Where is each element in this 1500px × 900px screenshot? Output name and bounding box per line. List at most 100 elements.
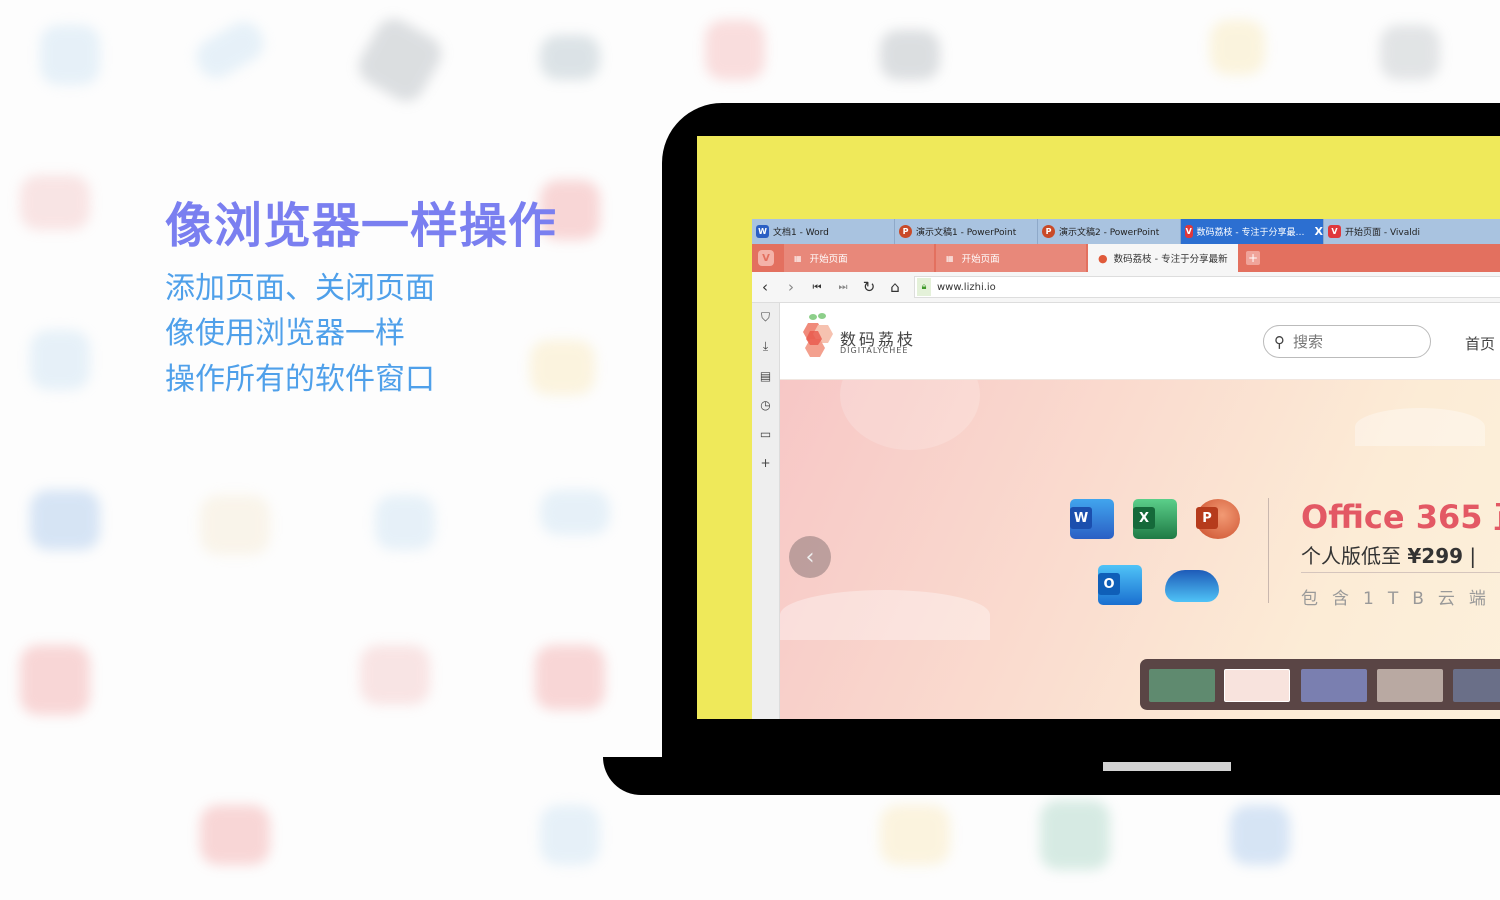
carousel-prev-button[interactable]: ‹: [789, 536, 831, 578]
banner-divider: [1268, 498, 1269, 603]
price-separator: |: [1463, 544, 1477, 568]
reload-button[interactable]: ↻: [856, 278, 882, 296]
promo-stage: 像浏览器一样操作 添加页面、关闭页面 像使用浏览器一样 操作所有的软件窗口 W …: [0, 0, 1500, 900]
lock-icon: 🔒︎: [917, 278, 931, 296]
banner-title: Office 365 正: [1301, 498, 1500, 536]
window-tab[interactable]: V 开始页面 - Vivaldi: [1324, 219, 1464, 244]
add-panel-icon[interactable]: +: [752, 448, 779, 477]
bg-decoration-icon: [189, 15, 271, 85]
window-tab-label: 开始页面 - Vivaldi: [1345, 228, 1420, 238]
bg-decoration-icon: [352, 12, 448, 108]
speed-dial-icon: ▦: [946, 253, 954, 263]
window-tab[interactable]: W 文档1 - Word: [752, 219, 895, 244]
bg-decoration-icon: [540, 490, 610, 535]
bg-decoration-icon: [1040, 800, 1110, 870]
bg-decoration-icon: [360, 645, 430, 705]
carousel-thumbnail-strip: [1140, 659, 1500, 710]
bg-decoration-icon: [30, 490, 100, 550]
bg-decoration-icon: [1230, 805, 1290, 865]
promo-line: 像使用浏览器一样: [165, 316, 405, 351]
url-text: www.lizhi.io: [937, 281, 996, 293]
browser-tab-active[interactable]: ● 数码荔枝 - 专注于分享最新: [1088, 244, 1238, 272]
price-label: 个人版低至: [1301, 544, 1408, 568]
excel-app-icon: X: [1133, 499, 1177, 539]
bg-decoration-icon: [880, 30, 940, 80]
speed-dial-icon: ▦: [794, 253, 802, 263]
promo-line: 添加页面、关闭页面: [165, 271, 435, 306]
home-button[interactable]: ⌂: [882, 278, 908, 296]
bg-decoration-icon: [535, 645, 605, 710]
lychee-logo-icon[interactable]: [796, 311, 836, 361]
vivaldi-icon: V: [1185, 225, 1193, 238]
url-field[interactable]: 🔒︎ www.lizhi.io: [914, 276, 1500, 298]
close-tab-button[interactable]: X: [1315, 225, 1323, 238]
window-tab[interactable]: P 演示文稿2 - PowerPoint: [1038, 219, 1181, 244]
browser-tab[interactable]: ▦ 开始页面: [784, 244, 934, 272]
search-icon: ⚲: [1274, 332, 1285, 351]
laptop-screen: W 文档1 - Word P 演示文稿1 - PowerPoint P 演示文稿…: [697, 136, 1500, 719]
powerpoint-icon: P: [899, 225, 912, 238]
banner-cloud: [780, 590, 990, 640]
downloads-icon[interactable]: ⤓: [752, 332, 779, 361]
browser-window: W 文档1 - Word P 演示文稿1 - PowerPoint P 演示文稿…: [752, 219, 1500, 719]
history-icon[interactable]: ◷: [752, 390, 779, 419]
bookmarks-icon[interactable]: ⛉: [752, 303, 779, 332]
browser-tab-label: 数码荔枝 - 专注于分享最新: [1113, 254, 1228, 265]
window-tab[interactable]: P 演示文稿1 - PowerPoint: [895, 219, 1038, 244]
browser-tab-label: 开始页面: [809, 254, 848, 265]
site-logo-subtext: DIGITALYCHEE: [840, 346, 909, 355]
word-app-icon: W: [1070, 499, 1114, 539]
carousel-thumbnail[interactable]: [1453, 669, 1500, 702]
promo-headline: 像浏览器一样操作: [165, 198, 558, 254]
banner-decoration: [840, 380, 980, 450]
bg-decoration-icon: [705, 20, 765, 80]
carousel-thumbnail[interactable]: [1149, 669, 1215, 702]
outlook-app-icon: O: [1098, 565, 1142, 605]
lychee-favicon-icon: ●: [1098, 251, 1108, 265]
bg-decoration-icon: [540, 805, 600, 865]
window-tab-label: 演示文稿1 - PowerPoint: [916, 228, 1017, 238]
bg-decoration-icon: [540, 35, 600, 80]
carousel-thumbnail[interactable]: [1377, 669, 1443, 702]
laptop-notch: [1103, 762, 1231, 771]
browser-tab[interactable]: ▦ 开始页面: [936, 244, 1086, 272]
bg-decoration-icon: [30, 330, 90, 390]
rewind-button[interactable]: ⏮: [804, 282, 830, 293]
site-header: 数码荔枝 DIGITALYCHEE ⚲ 搜索 首页: [780, 303, 1500, 380]
web-page: 数码荔枝 DIGITALYCHEE ⚲ 搜索 首页 ‹ W X P O Offi…: [780, 303, 1500, 719]
window-tab-bar: W 文档1 - Word P 演示文稿1 - PowerPoint P 演示文稿…: [752, 219, 1500, 244]
price-value: ¥299: [1407, 544, 1464, 568]
window-tab-label: 数码荔枝 - 专注于分享最…: [1196, 228, 1305, 238]
window-tab-label: 演示文稿2 - PowerPoint: [1059, 228, 1160, 238]
bg-decoration-icon: [375, 495, 435, 550]
fast-forward-button[interactable]: ⏭: [830, 282, 856, 293]
powerpoint-icon: P: [1042, 225, 1055, 238]
carousel-thumbnail[interactable]: [1301, 669, 1367, 702]
bg-decoration-icon: [20, 175, 90, 230]
address-toolbar: ‹ › ⏮ ⏭ ↻ ⌂ 🔒︎ www.lizhi.io: [752, 272, 1500, 303]
bg-decoration-icon: [20, 645, 90, 715]
carousel-thumbnail-active[interactable]: [1224, 669, 1290, 702]
vivaldi-menu-button[interactable]: V: [758, 250, 774, 266]
word-icon: W: [756, 225, 769, 238]
promo-banner[interactable]: ‹ W X P O Office 365 正: [780, 380, 1500, 719]
onedrive-app-icon: [1165, 570, 1219, 602]
banner-rule: [1301, 572, 1500, 573]
search-placeholder: 搜索: [1293, 333, 1324, 351]
banner-subtitle: 包含1TB云端: [1301, 589, 1500, 609]
powerpoint-app-icon: P: [1196, 499, 1240, 539]
window-tab-active[interactable]: V 数码荔枝 - 专注于分享最… X: [1181, 219, 1324, 244]
window-tab-label: 文档1 - Word: [773, 228, 829, 238]
forward-button[interactable]: ›: [778, 278, 804, 296]
side-panel: ⛉ ⤓ ▤ ◷ ▭ +: [752, 303, 780, 719]
vivaldi-icon: V: [1328, 225, 1341, 238]
site-search-input[interactable]: ⚲ 搜索: [1263, 325, 1431, 358]
nav-home-link[interactable]: 首页: [1465, 333, 1495, 354]
notes-icon[interactable]: ▤: [752, 361, 779, 390]
window-panel-icon[interactable]: ▭: [752, 419, 779, 448]
back-button[interactable]: ‹: [752, 278, 778, 296]
new-tab-button[interactable]: +: [1246, 251, 1260, 265]
bg-decoration-icon: [880, 805, 950, 865]
laptop-base: [603, 757, 1500, 795]
bg-decoration-icon: [200, 805, 270, 865]
